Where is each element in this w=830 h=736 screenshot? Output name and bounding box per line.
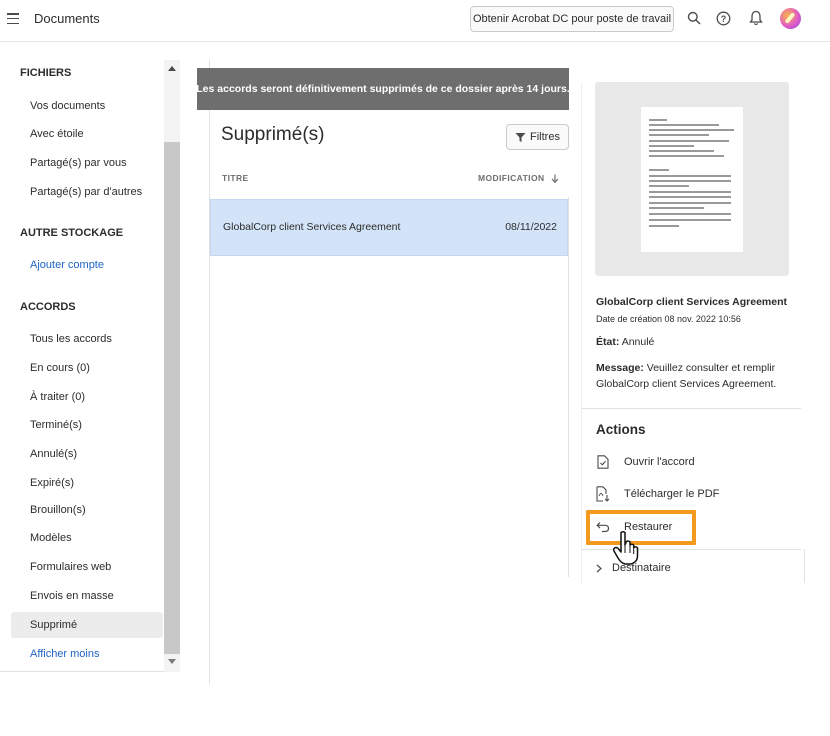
search-icon[interactable] <box>685 9 703 27</box>
message-label: Message: <box>596 362 644 374</box>
filters-button[interactable]: Filtres <box>506 124 569 150</box>
download-pdf-label: Télécharger le PDF <box>624 488 720 500</box>
menu-icon[interactable] <box>7 13 19 25</box>
details-state: État: Annulé <box>596 336 654 348</box>
table-row[interactable]: GlobalCorp client Services Agreement 08/… <box>210 199 568 256</box>
sort-down-arrow-icon <box>551 174 558 183</box>
deletion-notice-banner: Les accords seront définitivement suppri… <box>196 68 570 110</box>
sidebar-item-deleted[interactable]: Supprimé <box>30 619 77 631</box>
document-preview-page <box>641 107 743 252</box>
details-divider <box>582 408 801 409</box>
scroll-up-arrow-icon[interactable] <box>168 66 176 71</box>
sidebar-item-in-progress[interactable]: En cours (0) <box>30 362 90 374</box>
open-agreement-label: Ouvrir l'accord <box>624 456 695 468</box>
column-header-title[interactable]: TITRE <box>222 173 249 183</box>
sidebar-section-other-storage: AUTRE STOCKAGE <box>20 227 124 239</box>
sidebar-section-agreements: ACCORDS <box>20 301 76 313</box>
top-bar: Documents Obtenir Acrobat DC pour poste … <box>0 0 830 42</box>
sidebar-item-starred[interactable]: Avec étoile <box>30 128 84 140</box>
sidebar-item-show-less[interactable]: Afficher moins <box>30 648 100 660</box>
svg-text:?: ? <box>720 14 726 24</box>
sidebar-item-bulk-send[interactable]: Envois en masse <box>30 590 114 602</box>
document-thumbnail[interactable] <box>595 82 789 276</box>
sidebar-item-add-account[interactable]: Ajouter compte <box>30 259 104 271</box>
filters-label: Filtres <box>530 131 560 143</box>
open-agreement-action[interactable]: Ouvrir l'accord <box>596 453 695 471</box>
get-acrobat-button[interactable]: Obtenir Acrobat DC pour poste de travail <box>470 6 674 32</box>
row-modified-date: 08/11/2022 <box>505 221 557 233</box>
hand-cursor-icon <box>612 531 639 565</box>
sidebar-section-files: FICHIERS <box>20 67 72 79</box>
sidebar-item-web-forms[interactable]: Formulaires web <box>30 561 111 573</box>
sidebar-item-all-agreements[interactable]: Tous les accords <box>30 333 112 345</box>
scroll-down-arrow-icon[interactable] <box>168 659 176 664</box>
sidebar-item-expired[interactable]: Expiré(s) <box>30 477 74 489</box>
page-title: Supprimé(s) <box>221 124 325 145</box>
scrollbar-thumb[interactable] <box>164 142 180 654</box>
sidebar-item-drafts[interactable]: Brouillon(s) <box>30 504 86 516</box>
sidebar-item-cancelled[interactable]: Annulé(s) <box>30 448 77 460</box>
panel-edge <box>804 549 805 583</box>
filter-icon <box>515 132 526 142</box>
sidebar-scrollbar[interactable] <box>164 60 180 672</box>
details-panel-divider <box>581 84 582 584</box>
column-header-modified[interactable]: MODIFICATION <box>478 173 559 183</box>
state-value: Annulé <box>621 336 655 348</box>
column-header-modified-label: MODIFICATION <box>478 173 545 183</box>
row-agreement-name: GlobalCorp client Services Agreement <box>223 221 401 233</box>
details-message: Message: Veuillez consulter et remplir G… <box>596 360 786 392</box>
avatar[interactable] <box>780 8 801 29</box>
document-check-icon <box>596 454 610 470</box>
download-pdf-action[interactable]: Télécharger le PDF <box>596 485 719 503</box>
help-icon[interactable]: ? <box>714 9 732 27</box>
sidebar-item-shared-by-you[interactable]: Partagé(s) par vous <box>30 157 127 169</box>
sidebar: FICHIERS Vos documents Avec étoile Parta… <box>0 60 180 672</box>
bell-icon[interactable] <box>747 9 765 27</box>
sidebar-item-your-documents[interactable]: Vos documents <box>30 100 105 112</box>
pdf-download-icon <box>596 486 610 502</box>
app-title: Documents <box>34 11 100 26</box>
sidebar-item-templates[interactable]: Modèles <box>30 532 72 544</box>
state-label: État: <box>596 336 620 348</box>
details-agreement-name: GlobalCorp client Services Agreement <box>596 296 788 308</box>
actions-heading: Actions <box>596 422 646 437</box>
chevron-right-icon <box>596 564 602 572</box>
sidebar-item-shared-by-others[interactable]: Partagé(s) par d'autres <box>30 186 142 198</box>
details-creation-date: Date de création 08 nov. 2022 10:56 <box>596 314 741 324</box>
sidebar-item-completed[interactable]: Terminé(s) <box>30 419 82 431</box>
sidebar-item-to-process[interactable]: À traiter (0) <box>30 391 85 403</box>
